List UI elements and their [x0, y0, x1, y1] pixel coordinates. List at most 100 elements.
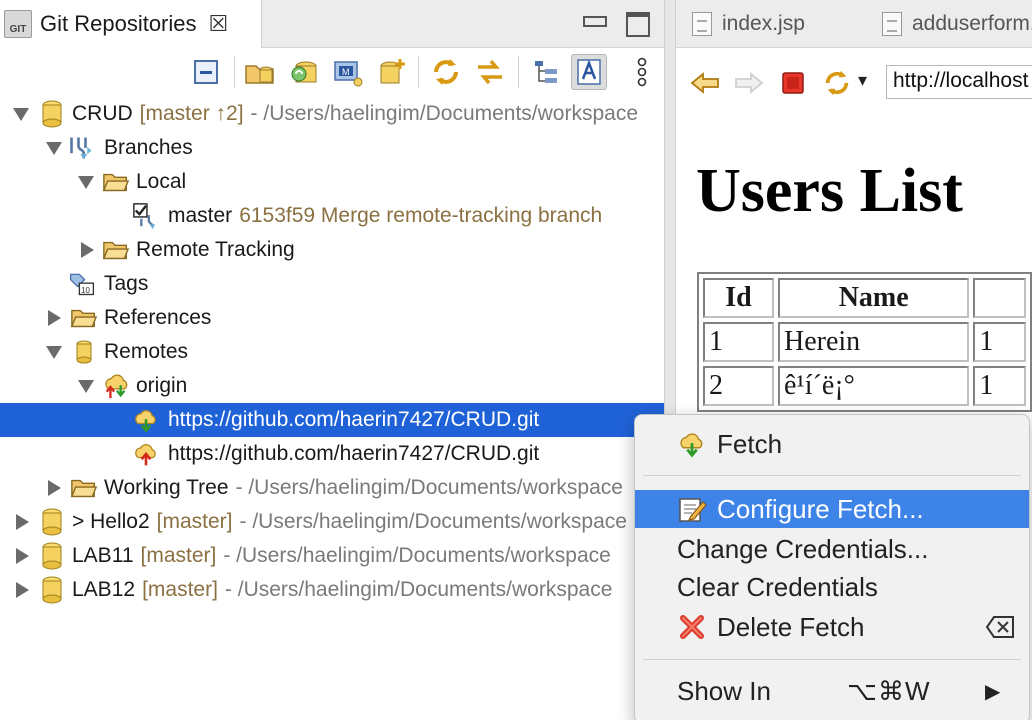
tree-row-remotes[interactable]: Remotes: [0, 335, 664, 369]
tab-git-repositories[interactable]: GIT Git Repositories ☒: [0, 0, 262, 48]
new-repository-button[interactable]: [374, 54, 410, 90]
minimize-icon[interactable]: [580, 10, 607, 34]
menu-item-delete-fetch[interactable]: Delete Fetch: [635, 608, 1029, 646]
view-menu-button[interactable]: [624, 54, 660, 90]
clone-repository-icon: [291, 61, 317, 83]
branches-label: Branches: [104, 136, 193, 159]
hierarchical-layout-button[interactable]: [528, 54, 564, 90]
link-with-selection-icon: [478, 59, 502, 85]
tree-row-hello2[interactable]: > Hello2 [master] - /Users/haelingim/Doc…: [0, 505, 664, 539]
expand-toggle[interactable]: [48, 480, 61, 496]
push-url: https://github.com/haerin7427/CRUD.git: [168, 442, 540, 465]
expand-toggle[interactable]: [78, 176, 94, 189]
menu-item-label: Fetch: [717, 428, 783, 459]
tree-row-fetch-url[interactable]: https://github.com/haerin7427/CRUD.git: [0, 403, 664, 437]
tree-row-references[interactable]: References: [0, 301, 664, 335]
back-button[interactable]: [688, 68, 722, 98]
view-tabbar: GIT Git Repositories ☒: [0, 0, 664, 48]
cell-id: 2: [703, 366, 774, 406]
tree-row-lab11[interactable]: LAB11 [master] - /Users/haelingim/Docume…: [0, 539, 664, 573]
folder-open-icon: [70, 304, 98, 332]
chevron-down-icon[interactable]: ▾: [858, 70, 867, 91]
menu-item-change-credentials[interactable]: Change Credentials...: [635, 530, 1029, 568]
refresh-button[interactable]: [428, 54, 464, 90]
menu-item-shortcut: ⌥⌘W: [847, 675, 931, 706]
fetch-url: https://github.com/haerin7427/CRUD.git: [168, 408, 540, 431]
menu-item-fetch[interactable]: Fetch: [635, 425, 1029, 463]
tree-row-branches[interactable]: Branches: [0, 131, 664, 165]
submenu-arrow-icon: ▶: [985, 680, 1001, 703]
expand-toggle[interactable]: [81, 242, 94, 258]
menu-item-clear-credentials[interactable]: Clear Credentials: [635, 568, 1029, 606]
remotes-label: Remotes: [104, 340, 189, 363]
tree-row-origin[interactable]: origin: [0, 369, 664, 403]
expand-toggle[interactable]: [16, 514, 29, 530]
git-repositories-view: GIT Git Repositories ☒ M CRUD [master ↑2…: [0, 0, 664, 720]
folder-open-icon: [102, 236, 130, 264]
menu-item-label: Clear Credentials: [677, 571, 878, 602]
expand-toggle[interactable]: [46, 346, 62, 359]
tree-row-remote-tracking[interactable]: Remote Tracking: [0, 233, 664, 267]
column-header-id: Id: [703, 278, 774, 318]
edit-icon: [677, 494, 707, 524]
push-icon: [132, 440, 160, 468]
expand-toggle[interactable]: [13, 108, 29, 121]
tree-row-crud[interactable]: CRUD [master ↑2] - /Users/haelingim/Docu…: [0, 97, 664, 131]
show-details-button[interactable]: [571, 54, 607, 90]
delete-icon: [677, 612, 707, 642]
remotes-icon: [70, 338, 98, 366]
repository-path: - /Users/haelingim/Documents/workspace: [239, 510, 627, 533]
table-row: 1 Herein 1: [703, 322, 1026, 362]
menu-item-show-in[interactable]: Show In ⌥⌘W ▶: [635, 672, 1029, 710]
tree-row-local[interactable]: Local: [0, 165, 664, 199]
forward-button[interactable]: [732, 68, 766, 98]
stop-button[interactable]: [776, 68, 810, 98]
collapse-all-button[interactable]: [188, 54, 224, 90]
tree-row-push-url[interactable]: https://github.com/haerin7427/CRUD.git: [0, 437, 664, 471]
repository-path: - /Users/haelingim/Documents/workspace: [223, 544, 611, 567]
add-repository-button[interactable]: [242, 54, 278, 90]
expand-toggle[interactable]: [16, 582, 29, 598]
menu-item-configure-fetch[interactable]: Configure Fetch...: [635, 490, 1029, 528]
column-header-name: Name: [777, 278, 970, 318]
tree-row-tags[interactable]: 10 Tags: [0, 267, 664, 301]
details-icon: [577, 59, 601, 85]
menu-item-label: Change Credentials...: [677, 533, 929, 564]
branches-icon: [68, 134, 96, 162]
remote-icon: [102, 372, 130, 400]
menu-item-label: Delete Fetch: [717, 611, 865, 642]
clone-repository-button[interactable]: [286, 54, 322, 90]
tab-adduserform-jsp[interactable]: adduserform.jsp: [882, 0, 1032, 48]
tab-title: Git Repositories: [40, 11, 197, 36]
repository-icon: [38, 542, 66, 570]
create-repository-button[interactable]: M: [330, 54, 366, 90]
svg-text:10: 10: [81, 286, 90, 295]
editor-tabbar: index.jsp adduserform.jsp: [676, 0, 1032, 48]
branch-status: [master]: [142, 578, 218, 601]
tree-row-working-tree[interactable]: Working Tree - /Users/haelingim/Document…: [0, 471, 664, 505]
repository-icon: [38, 576, 66, 604]
remote-tracking-label: Remote Tracking: [136, 238, 295, 261]
cell-extra: 1: [973, 366, 1026, 406]
fetch-icon: [677, 429, 707, 459]
remote-name: origin: [136, 374, 188, 397]
forward-arrow-icon: [735, 72, 764, 94]
repository-name: CRUD: [72, 102, 133, 125]
refresh-button[interactable]: [820, 68, 854, 98]
table-row: 2 ê¹í´ë¡° 1: [703, 366, 1026, 406]
expand-toggle[interactable]: [78, 380, 94, 393]
tab-index-jsp[interactable]: index.jsp: [692, 0, 805, 48]
expand-toggle[interactable]: [46, 142, 62, 155]
repository-path: - /Users/haelingim/Documents/workspace: [250, 102, 639, 125]
expand-toggle[interactable]: [16, 548, 29, 564]
url-input[interactable]: http://localhost: [886, 65, 1032, 99]
link-with-selection-button[interactable]: [472, 54, 508, 90]
tags-label: Tags: [104, 272, 149, 295]
tree-row-lab12[interactable]: LAB12 [master] - /Users/haelingim/Docume…: [0, 573, 664, 607]
more-options-icon: [637, 57, 647, 87]
git-repositories-icon: GIT: [4, 10, 32, 38]
expand-toggle[interactable]: [48, 310, 61, 326]
tree-row-master[interactable]: master 6153f59 Merge remote-tracking bra…: [0, 199, 664, 233]
close-icon[interactable]: ☒: [209, 13, 229, 35]
maximize-icon[interactable]: [624, 10, 650, 37]
